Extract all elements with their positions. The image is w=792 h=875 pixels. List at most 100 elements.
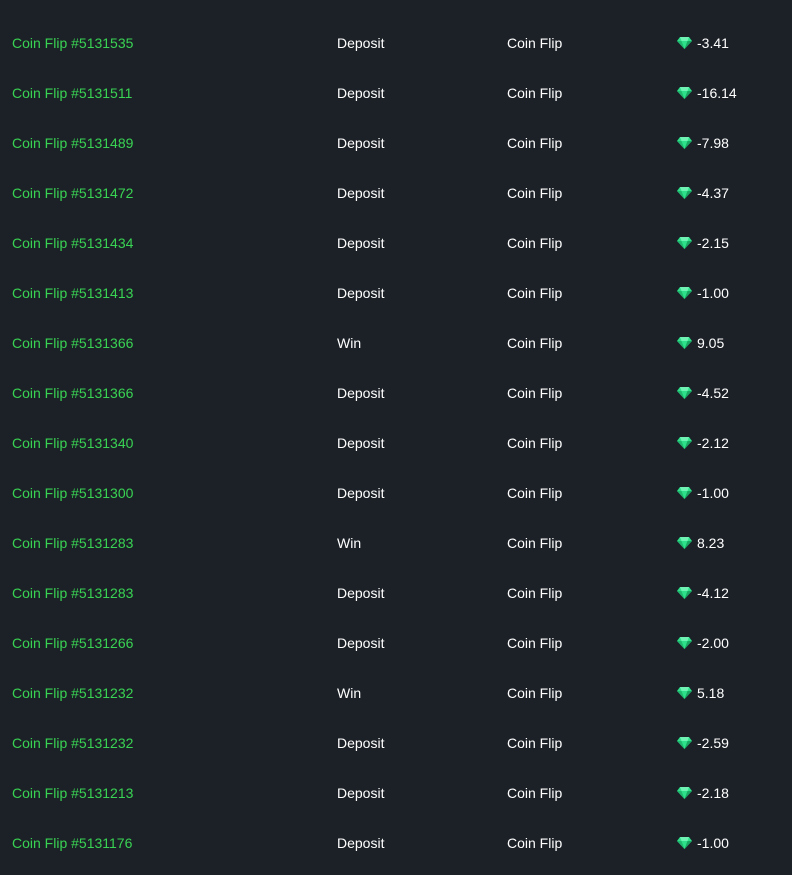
amount-value: -3.41 bbox=[697, 35, 729, 51]
transaction-row: Coin Flip #5131511 Deposit Coin Flip -16… bbox=[0, 68, 792, 118]
gem-icon bbox=[677, 37, 692, 49]
transaction-type: Deposit bbox=[337, 635, 385, 651]
amount-value: -2.59 bbox=[697, 735, 729, 751]
transaction-row: Coin Flip #5131489 Deposit Coin Flip -7.… bbox=[0, 118, 792, 168]
transaction-game: Coin Flip bbox=[507, 335, 563, 351]
gem-icon bbox=[677, 587, 692, 599]
transaction-game: Coin Flip bbox=[507, 385, 563, 401]
transaction-row: Coin Flip #5131413 Deposit Coin Flip -1.… bbox=[0, 268, 792, 318]
transaction-type: Deposit bbox=[337, 835, 385, 851]
gem-icon bbox=[677, 687, 692, 699]
transaction-game: Coin Flip bbox=[507, 585, 563, 601]
transaction-row: Coin Flip #5131340 Deposit Coin Flip -2.… bbox=[0, 418, 792, 468]
transaction-amount: -2.59 bbox=[677, 718, 729, 768]
amount-value: -2.00 bbox=[697, 635, 729, 651]
transaction-game: Coin Flip bbox=[507, 835, 563, 851]
transaction-row: Coin Flip #5131176 Deposit Coin Flip -1.… bbox=[0, 818, 792, 868]
transaction-link[interactable]: Coin Flip #5131366 bbox=[12, 318, 133, 368]
transaction-row: Coin Flip #5131434 Deposit Coin Flip -2.… bbox=[0, 218, 792, 268]
transaction-game: Coin Flip bbox=[507, 235, 563, 251]
transaction-type: Win bbox=[337, 535, 362, 551]
gem-icon bbox=[677, 787, 692, 799]
transaction-amount: 9.05 bbox=[677, 318, 724, 368]
gem-icon bbox=[677, 237, 692, 249]
transaction-amount: -2.12 bbox=[677, 418, 729, 468]
transaction-link[interactable]: Coin Flip #5131413 bbox=[12, 268, 133, 318]
transaction-link[interactable]: Coin Flip #5131489 bbox=[12, 118, 133, 168]
gem-icon bbox=[677, 837, 692, 849]
transaction-game: Coin Flip bbox=[507, 535, 563, 551]
amount-value: -2.15 bbox=[697, 235, 729, 251]
transaction-game: Coin Flip bbox=[507, 735, 563, 751]
transaction-row: Coin Flip #5131300 Deposit Coin Flip -1.… bbox=[0, 468, 792, 518]
amount-value: -7.98 bbox=[697, 135, 729, 151]
transaction-amount: 8.23 bbox=[677, 518, 724, 568]
transaction-game: Coin Flip bbox=[507, 285, 563, 301]
transaction-type: Deposit bbox=[337, 435, 385, 451]
transaction-type: Deposit bbox=[337, 735, 385, 751]
amount-value: -2.18 bbox=[697, 785, 729, 801]
transaction-link[interactable]: Coin Flip #5131283 bbox=[12, 518, 133, 568]
transaction-type: Deposit bbox=[337, 285, 385, 301]
transaction-link[interactable]: Coin Flip #5131434 bbox=[12, 218, 133, 268]
gem-icon bbox=[677, 137, 692, 149]
transaction-row: Coin Flip #5131232 Win Coin Flip 5.18 bbox=[0, 668, 792, 718]
transaction-row: Coin Flip #5131266 Deposit Coin Flip -2.… bbox=[0, 618, 792, 668]
transaction-type: Deposit bbox=[337, 35, 385, 51]
transaction-amount: -4.52 bbox=[677, 368, 729, 418]
transaction-game: Coin Flip bbox=[507, 85, 563, 101]
transaction-type: Deposit bbox=[337, 135, 385, 151]
transaction-row: Coin Flip #5131535 Deposit Coin Flip -3.… bbox=[0, 18, 792, 68]
transaction-amount: -2.00 bbox=[677, 618, 729, 668]
amount-value: -1.00 bbox=[697, 285, 729, 301]
transaction-row: Coin Flip #5131213 Deposit Coin Flip -2.… bbox=[0, 768, 792, 818]
transaction-game: Coin Flip bbox=[507, 685, 563, 701]
transaction-link[interactable]: Coin Flip #5131232 bbox=[12, 718, 133, 768]
transaction-amount: -16.14 bbox=[677, 68, 737, 118]
transaction-amount: -2.18 bbox=[677, 768, 729, 818]
transaction-link[interactable]: Coin Flip #5131300 bbox=[12, 468, 133, 518]
transaction-link[interactable]: Coin Flip #5131366 bbox=[12, 368, 133, 418]
transaction-link[interactable]: Coin Flip #5131283 bbox=[12, 568, 133, 618]
gem-icon bbox=[677, 487, 692, 499]
transaction-game: Coin Flip bbox=[507, 135, 563, 151]
gem-icon bbox=[677, 537, 692, 549]
transaction-amount: -1.00 bbox=[677, 818, 729, 868]
gem-icon bbox=[677, 287, 692, 299]
transaction-game: Coin Flip bbox=[507, 435, 563, 451]
transaction-link[interactable]: Coin Flip #5131535 bbox=[12, 18, 133, 68]
gem-icon bbox=[677, 337, 692, 349]
transaction-link[interactable]: Coin Flip #5131511 bbox=[12, 68, 132, 118]
transaction-type: Deposit bbox=[337, 185, 385, 201]
transaction-type: Win bbox=[337, 685, 362, 701]
transaction-type: Deposit bbox=[337, 485, 385, 501]
amount-value: 8.23 bbox=[697, 535, 725, 551]
transaction-link[interactable]: Coin Flip #5131213 bbox=[12, 768, 133, 818]
transaction-row: Coin Flip #5131232 Deposit Coin Flip -2.… bbox=[0, 718, 792, 768]
gem-icon bbox=[677, 87, 692, 99]
gem-icon bbox=[677, 187, 692, 199]
transaction-link[interactable]: Coin Flip #5131472 bbox=[12, 168, 133, 218]
gem-icon bbox=[677, 637, 692, 649]
amount-value: -4.37 bbox=[697, 185, 729, 201]
transaction-amount: -4.12 bbox=[677, 568, 729, 618]
transaction-amount: -7.98 bbox=[677, 118, 729, 168]
transaction-game: Coin Flip bbox=[507, 485, 563, 501]
transaction-type: Deposit bbox=[337, 85, 385, 101]
transaction-row: Coin Flip #5131366 Win Coin Flip 9.05 bbox=[0, 318, 792, 368]
transaction-link[interactable]: Coin Flip #5131340 bbox=[12, 418, 133, 468]
transaction-type: Deposit bbox=[337, 385, 385, 401]
transaction-link[interactable]: Coin Flip #5131176 bbox=[12, 818, 132, 868]
transaction-type: Win bbox=[337, 335, 362, 351]
transaction-type: Deposit bbox=[337, 785, 385, 801]
transaction-link[interactable]: Coin Flip #5131266 bbox=[12, 618, 133, 668]
gem-icon bbox=[677, 737, 692, 749]
amount-value: -2.12 bbox=[697, 435, 729, 451]
transaction-amount: -1.00 bbox=[677, 268, 729, 318]
amount-value: -1.00 bbox=[697, 835, 729, 851]
transaction-amount: 5.18 bbox=[677, 668, 724, 718]
transaction-row: Coin Flip #5131472 Deposit Coin Flip -4.… bbox=[0, 168, 792, 218]
transaction-type: Deposit bbox=[337, 585, 385, 601]
transaction-link[interactable]: Coin Flip #5131232 bbox=[12, 668, 133, 718]
transaction-amount: -2.15 bbox=[677, 218, 729, 268]
